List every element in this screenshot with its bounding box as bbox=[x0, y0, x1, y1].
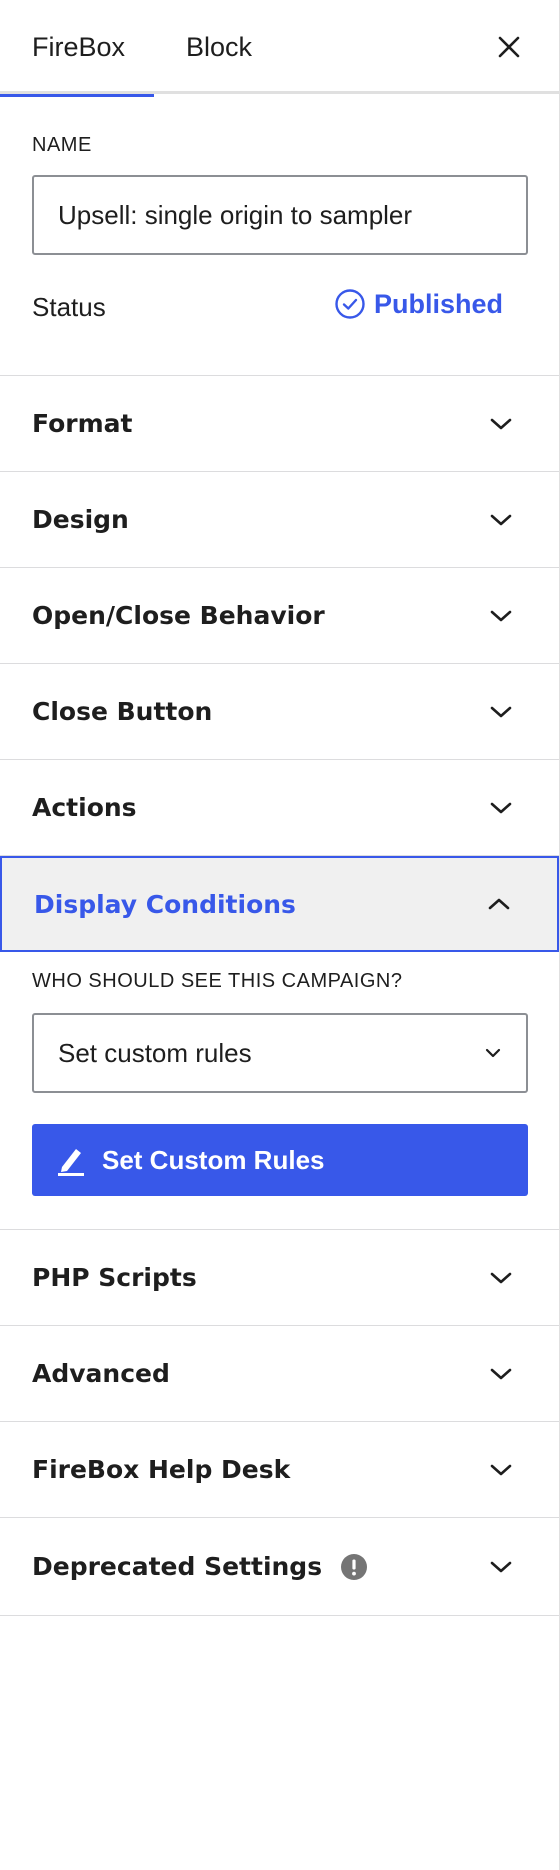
campaign-name-input[interactable] bbox=[32, 175, 528, 255]
section-display-conditions-label: Display Conditions bbox=[34, 889, 296, 919]
sidebar-tabs: FireBox Block bbox=[0, 0, 559, 97]
chevron-down-icon bbox=[487, 1264, 515, 1292]
section-actions-label: Actions bbox=[32, 793, 137, 822]
chevron-up-icon bbox=[485, 890, 513, 918]
section-format-label: Format bbox=[32, 409, 133, 438]
section-deprecated-settings[interactable]: Deprecated Settings bbox=[0, 1518, 559, 1616]
section-help-desk-label: FireBox Help Desk bbox=[32, 1455, 291, 1484]
section-close-button[interactable]: Close Button bbox=[0, 664, 559, 760]
section-firebox-help-desk[interactable]: FireBox Help Desk bbox=[0, 1422, 559, 1518]
campaign-summary: NAME Status Published bbox=[0, 94, 559, 376]
chevron-down-icon bbox=[487, 1456, 515, 1484]
display-conditions-panel: WHO SHOULD SEE THIS CAMPAIGN? Set custom… bbox=[0, 952, 559, 1230]
chevron-down-icon bbox=[487, 506, 515, 534]
chevron-down-icon bbox=[487, 1360, 515, 1388]
close-icon bbox=[498, 36, 520, 58]
tab-block[interactable]: Block bbox=[186, 0, 296, 94]
section-design[interactable]: Design bbox=[0, 472, 559, 568]
section-actions[interactable]: Actions bbox=[0, 760, 559, 856]
section-open-close-behavior[interactable]: Open/Close Behavior bbox=[0, 568, 559, 664]
chevron-down-icon bbox=[487, 794, 515, 822]
pencil-icon bbox=[58, 1149, 84, 1176]
check-circle-icon bbox=[335, 289, 365, 319]
warning-icon bbox=[340, 1553, 368, 1581]
section-display-conditions[interactable]: Display Conditions bbox=[0, 856, 559, 952]
chevron-down-icon bbox=[487, 698, 515, 726]
section-advanced-label: Advanced bbox=[32, 1359, 170, 1388]
section-php-scripts-label: PHP Scripts bbox=[32, 1263, 197, 1292]
chevron-down-icon bbox=[487, 602, 515, 630]
section-advanced[interactable]: Advanced bbox=[0, 1326, 559, 1422]
status-value: Published bbox=[373, 288, 503, 319]
settings-sidebar: FireBox Block NAME Status Published Form… bbox=[0, 0, 560, 1870]
section-design-label: Design bbox=[32, 505, 129, 534]
set-custom-rules-button[interactable]: Set Custom Rules bbox=[32, 1124, 528, 1196]
close-sidebar-button[interactable] bbox=[489, 27, 529, 67]
tab-firebox[interactable]: FireBox bbox=[0, 0, 154, 97]
chevron-down-icon bbox=[487, 1553, 515, 1581]
section-open-close-label: Open/Close Behavior bbox=[32, 601, 325, 630]
status-published-button[interactable]: Published bbox=[334, 288, 503, 320]
name-label: NAME bbox=[32, 134, 92, 156]
section-deprecated-label: Deprecated Settings bbox=[32, 1552, 323, 1581]
section-close-button-label: Close Button bbox=[32, 697, 213, 726]
section-format[interactable]: Format bbox=[0, 376, 559, 472]
set-custom-rules-label: Set Custom Rules bbox=[102, 1144, 325, 1175]
status-label: Status bbox=[32, 292, 106, 322]
audience-select-value: Set custom rules bbox=[58, 1037, 252, 1068]
tab-firebox-label: FireBox bbox=[32, 31, 126, 62]
chevron-down-icon bbox=[487, 410, 515, 438]
tab-block-label: Block bbox=[186, 31, 253, 62]
section-php-scripts[interactable]: PHP Scripts bbox=[0, 1230, 559, 1326]
chevron-down-icon bbox=[482, 1042, 504, 1064]
display-conditions-question: WHO SHOULD SEE THIS CAMPAIGN? bbox=[32, 970, 403, 992]
audience-select[interactable]: Set custom rules bbox=[32, 1013, 528, 1093]
